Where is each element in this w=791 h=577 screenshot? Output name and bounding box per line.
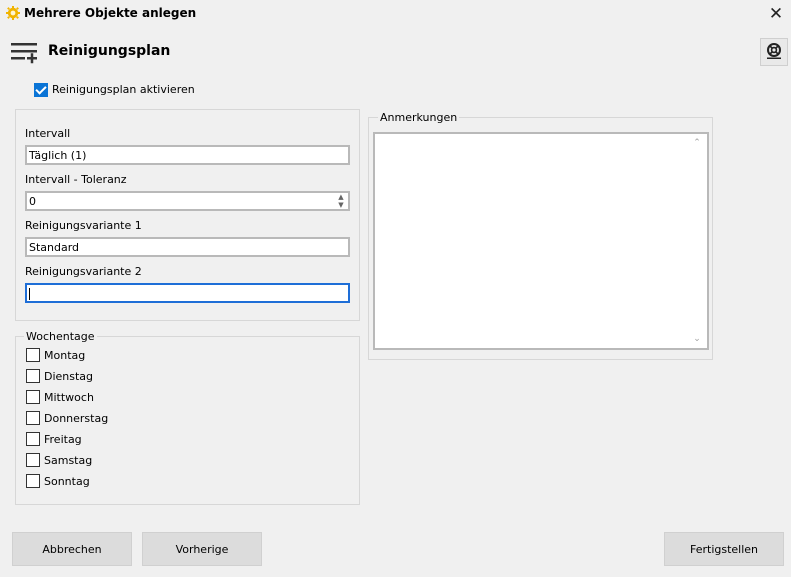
activate-plan-checkbox[interactable] xyxy=(34,83,48,97)
weekday-checkbox-7[interactable] xyxy=(26,474,40,488)
weekday-checkbox-1[interactable] xyxy=(26,348,40,362)
help-button[interactable] xyxy=(760,38,788,66)
page-title: Reinigungsplan xyxy=(48,43,171,59)
notes-textarea[interactable] xyxy=(373,132,709,350)
tolerance-spin-buttons[interactable]: ▲ ▼ xyxy=(334,193,348,209)
weekday-checkbox-2[interactable] xyxy=(26,369,40,383)
weekday-label: Dienstag xyxy=(44,370,94,383)
close-button[interactable]: ✕ xyxy=(762,1,790,27)
title-bar: Mehrere Objekte anlegen ✕ xyxy=(0,0,791,28)
variant1-label: Reinigungsvariante 1 xyxy=(25,219,142,232)
weekday-label: Samstag xyxy=(44,454,93,467)
interval-field[interactable]: Täglich (1) xyxy=(25,145,350,165)
weekday-label: Sonntag xyxy=(44,475,90,488)
weekday-checkbox-3[interactable] xyxy=(26,390,40,404)
gear-icon xyxy=(6,6,20,20)
tolerance-stepper[interactable]: 0 xyxy=(25,191,350,211)
add-list-icon xyxy=(11,40,39,64)
close-icon: ✕ xyxy=(768,4,784,24)
weekday-label: Freitag xyxy=(44,433,82,446)
variant1-field[interactable]: Standard xyxy=(25,237,350,257)
weekday-label: Mittwoch xyxy=(44,391,94,404)
chevron-down-icon[interactable]: ▼ xyxy=(334,201,348,209)
variant2-label: Reinigungsvariante 2 xyxy=(25,265,142,278)
variant2-field[interactable] xyxy=(25,283,350,303)
chevron-up-icon[interactable]: ▲ xyxy=(334,193,348,201)
interval-label: Intervall xyxy=(25,127,71,140)
weekday-label: Donnerstag xyxy=(44,412,109,425)
tolerance-label: Intervall - Toleranz xyxy=(25,173,127,186)
cancel-button[interactable]: Abbrechen xyxy=(12,532,132,566)
weekdays-legend: Wochentage xyxy=(24,330,97,343)
weekday-checkbox-5[interactable] xyxy=(26,432,40,446)
finish-button[interactable]: Fertigstellen xyxy=(664,532,784,566)
text-caret xyxy=(29,288,30,300)
scroll-down-icon[interactable]: ⌄ xyxy=(690,334,704,344)
window-title: Mehrere Objekte anlegen xyxy=(24,6,197,20)
weekday-checkbox-6[interactable] xyxy=(26,453,40,467)
scroll-up-icon[interactable]: ⌃ xyxy=(690,138,704,148)
weekday-checkbox-4[interactable] xyxy=(26,411,40,425)
weekday-label: Montag xyxy=(44,349,86,362)
previous-button[interactable]: Vorherige xyxy=(142,532,262,566)
lifebuoy-icon xyxy=(765,42,783,63)
tolerance-value: 0 xyxy=(29,195,36,208)
notes-legend: Anmerkungen xyxy=(378,111,460,124)
activate-plan-label: Reinigungsplan aktivieren xyxy=(52,83,195,96)
